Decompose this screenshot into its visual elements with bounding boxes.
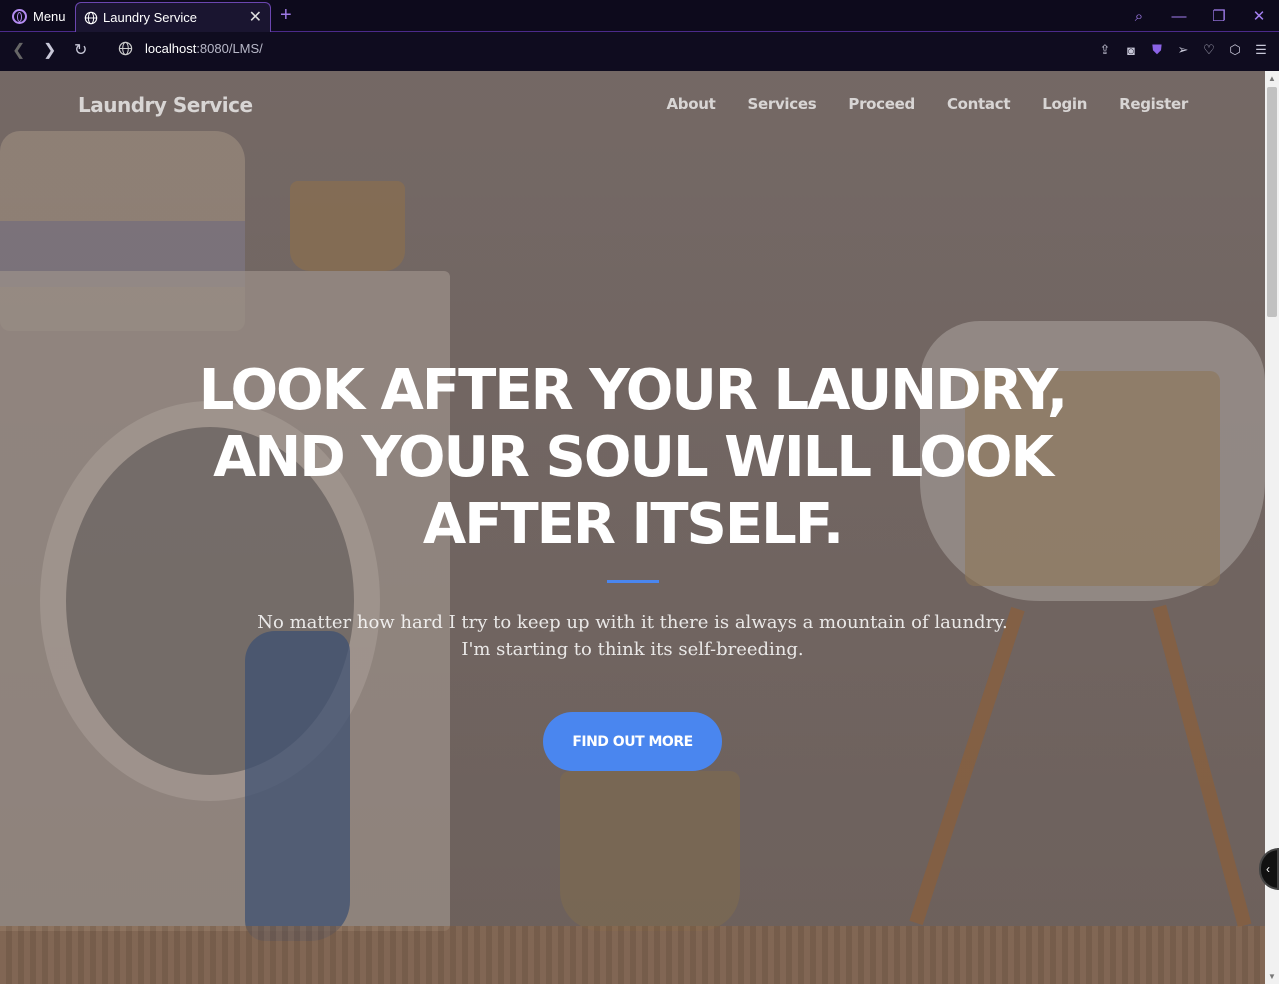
tab-laundry-service[interactable]: Laundry Service ✕ — [75, 2, 271, 32]
url-host: localhost — [145, 41, 197, 56]
globe-icon — [84, 11, 98, 24]
forward-icon[interactable]: ❯ — [43, 41, 56, 61]
nav-proceed[interactable]: Proceed — [848, 95, 915, 113]
hero-title: LOOK AFTER YOUR LAUNDRY, AND YOUR SOUL W… — [150, 357, 1115, 558]
address-bar: ❮ ❯ ↻ localhost:8080/LMS/ ⇪ ◙ ⛊ ➢ ♡ ⬡ ☰ — [0, 32, 1279, 71]
background-chair-leg — [1152, 604, 1252, 928]
toolbar-icons: ⇪ ◙ ⛊ ➢ ♡ ⬡ ☰ — [1097, 42, 1269, 58]
hero-subtitle: No matter how hard I try to keep up with… — [200, 609, 1065, 663]
restore-icon[interactable]: ❐ — [1199, 7, 1239, 25]
share-icon[interactable]: ⇪ — [1097, 42, 1113, 58]
background-floor-basket — [560, 771, 740, 931]
heart-icon[interactable]: ♡ — [1201, 42, 1217, 58]
menu-label: Menu — [33, 8, 66, 24]
nav-services[interactable]: Services — [747, 95, 816, 113]
camera-icon[interactable]: ◙ — [1123, 42, 1139, 58]
shield-icon[interactable]: ⛊ — [1149, 42, 1165, 58]
opera-logo-icon — [12, 8, 27, 24]
nav-login[interactable]: Login — [1042, 95, 1087, 113]
site-navbar: Laundry Service About Services Proceed C… — [0, 71, 1265, 141]
tab-title: Laundry Service — [103, 10, 197, 25]
nav-contact[interactable]: Contact — [947, 95, 1011, 113]
site-info-icon[interactable] — [118, 41, 133, 56]
background-rug — [0, 926, 1265, 984]
hero-title-line: LOOK AFTER YOUR LAUNDRY, — [198, 358, 1068, 423]
new-tab-icon[interactable]: + — [280, 5, 292, 25]
browser-tab-bar: Menu Laundry Service ✕ + ⌕ — ❐ ✕ — [0, 0, 1279, 32]
easy-setup-icon[interactable]: ☰ — [1253, 42, 1269, 58]
hero-subtitle-line: No matter how hard I try to keep up with… — [257, 612, 1008, 633]
site-brand[interactable]: Laundry Service — [78, 93, 253, 117]
nav-links: About Services Proceed Contact Login Reg… — [666, 95, 1188, 113]
send-icon[interactable]: ➢ — [1175, 42, 1191, 58]
landing-page: Laundry Service About Services Proceed C… — [0, 71, 1265, 984]
reload-icon[interactable]: ↻ — [74, 41, 87, 61]
scroll-up-icon[interactable]: ▲ — [1268, 74, 1276, 83]
scroll-down-icon[interactable]: ▼ — [1268, 972, 1276, 981]
minimize-icon[interactable]: — — [1159, 8, 1199, 25]
hero-divider — [607, 580, 659, 583]
hero-title-line: AND YOUR SOUL WILL LOOK — [213, 425, 1054, 490]
window-controls: ⌕ — ❐ ✕ — [1119, 0, 1279, 32]
nav-about[interactable]: About — [666, 95, 715, 113]
background-cloth — [245, 631, 350, 941]
scrollbar-thumb[interactable] — [1267, 87, 1277, 317]
url-path: :8080/LMS/ — [196, 41, 263, 56]
back-icon[interactable]: ❮ — [12, 41, 25, 61]
browser-menu-button[interactable]: Menu — [6, 4, 72, 28]
find-out-more-button[interactable]: FIND OUT MORE — [543, 712, 722, 771]
close-tab-icon[interactable]: ✕ — [249, 9, 262, 26]
hero-title-line: AFTER ITSELF. — [422, 492, 844, 557]
cube-icon[interactable]: ⬡ — [1227, 42, 1243, 58]
background-towels — [0, 131, 245, 331]
url-field[interactable]: localhost:8080/LMS/ — [118, 41, 263, 56]
close-window-icon[interactable]: ✕ — [1239, 7, 1279, 25]
nav-register[interactable]: Register — [1119, 95, 1188, 113]
search-tabs-icon[interactable]: ⌕ — [1119, 8, 1159, 25]
hero-subtitle-line: I'm starting to think its self-breeding. — [461, 639, 804, 660]
background-plant — [290, 181, 405, 271]
